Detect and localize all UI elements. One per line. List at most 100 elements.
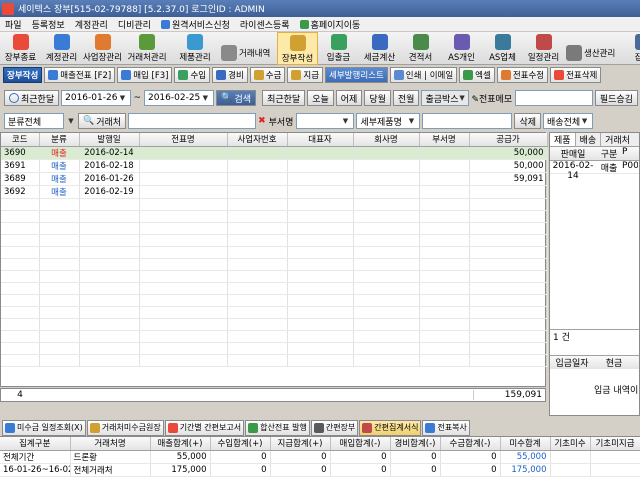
cash-box-select[interactable]: 출금박스 ▼ (421, 90, 470, 106)
summary-header: 지급합계(+) (270, 437, 331, 451)
bottom-tab-2[interactable]: 기간별 간편보고서 (164, 419, 245, 436)
tab-10[interactable]: 전표수정 (496, 67, 549, 83)
table-row[interactable]: 3692 매출 2016-02-19 (1, 185, 548, 199)
tab-0[interactable]: 장부작성 (3, 67, 43, 83)
customer-button[interactable]: 🔍 거래처 (78, 113, 127, 129)
tab-2[interactable]: 매입 [F3] (117, 67, 173, 83)
toolbar-button-7[interactable]: 입출금 (318, 32, 359, 65)
toolbar-button-13[interactable]: 생산관리 (564, 32, 622, 65)
menu-homepage[interactable]: 홈페이지이동 (295, 18, 366, 31)
toolbar-icon (53, 34, 70, 50)
bottom-tab-5[interactable]: 간편집계서식 (359, 419, 422, 436)
quick-last-month[interactable]: 전월 (392, 90, 420, 106)
function-tabs: 장부작성 매출전표 [F2] 매입 [F3] 수입 경비 수금 지급 세부발행리스트 인쇄 | … (0, 66, 640, 84)
tab-7[interactable]: 세부발행리스트 (325, 67, 388, 83)
toolbar-button-8[interactable]: 세금계산 (359, 32, 400, 65)
toolbar-button-6[interactable]: 장부작성 (277, 32, 318, 65)
quick-recent-month[interactable]: 최근한달 (262, 90, 306, 106)
toolbar-icon (634, 34, 640, 50)
summary-cell: 전체기간 (0, 450, 71, 464)
summary-row[interactable]: 16-01-26~16-02-25전체거래처175,00000000175,00… (0, 463, 640, 477)
rtab-customer[interactable]: 거래처 (601, 133, 634, 146)
memo-input[interactable] (515, 90, 593, 106)
summary-row[interactable]: 전체기간 드론황 55,000 0 0 0 0 0 55,000 (0, 450, 640, 464)
date-from-input[interactable]: 2016-01-26 ▼ (61, 90, 132, 106)
clear-icon[interactable]: ✖ (258, 116, 266, 126)
bottom-tab-0[interactable]: 미수금 일정조회(X) (2, 419, 86, 436)
summary-header: 수입합계(+) (210, 437, 271, 451)
summary-cell: 0 (330, 463, 391, 477)
tab-3[interactable]: 수입 (174, 67, 211, 83)
toolbar-button-5[interactable]: 거래내역 (219, 32, 277, 65)
class-select[interactable]: 분류전체 (4, 113, 64, 129)
cell-cls: 매출 (39, 159, 80, 173)
menu-license[interactable]: 라이센스등록 (235, 18, 295, 31)
menu-registration[interactable]: 등록정보 (27, 18, 70, 31)
bottom-tab-3[interactable]: 합산전표 발행 (245, 419, 310, 436)
toolbar-button-12[interactable]: 일정관리 (523, 32, 564, 65)
cell-dept (419, 172, 470, 186)
menu-db[interactable]: 디비관리 (113, 18, 156, 31)
grid-header[interactable]: 공급가 (469, 133, 548, 147)
search-button[interactable]: 🔍 검색 (216, 90, 257, 106)
menu-file[interactable]: 파일 (0, 18, 27, 31)
product-select[interactable]: 세부제품명 ▼ (356, 113, 421, 129)
search-icon: 🔍 (83, 116, 95, 126)
summary-cell (550, 463, 591, 477)
grid-header[interactable]: 전표명 (139, 133, 228, 147)
toolbar-button-10[interactable]: AS개인 (441, 32, 482, 65)
bottom-tab-6[interactable]: 전표복사 (422, 419, 470, 436)
cell-date: 2016-01-26 (79, 172, 140, 186)
grid-header[interactable]: 분류 (39, 133, 80, 147)
cell-dept (419, 159, 470, 173)
customer-input[interactable] (128, 113, 257, 129)
toolbar-button-4[interactable]: 제품관리 (171, 32, 219, 65)
grid-header[interactable]: 사업자번호 (227, 133, 288, 147)
tab-4[interactable]: 경비 (212, 67, 248, 83)
toolbar-button-1[interactable]: 계정관리 (41, 32, 82, 65)
bottom-tab-4[interactable]: 간편장부 (310, 419, 359, 436)
chevron-down-icon: ▼ (119, 94, 126, 102)
tab-icon (425, 422, 436, 433)
table-row[interactable]: 3689 매출 2016-01-26 59,091 (1, 172, 548, 186)
toolbar-icon (330, 34, 347, 50)
rtab-shipping[interactable]: 배송 (576, 133, 602, 146)
toolbar-button-0[interactable]: 장부종료 (0, 32, 41, 65)
delete-filter-button[interactable]: 삭제 (514, 113, 542, 129)
table-row[interactable]: 3690 매출 2016-02-14 50,000 (1, 146, 548, 160)
tab-8[interactable]: 인쇄 | 이메일 (389, 67, 458, 83)
tab-9[interactable]: 엑셀 (459, 67, 495, 83)
grid-header[interactable]: 발행일 (79, 133, 140, 147)
tab-1[interactable]: 매출전표 [F2] (44, 67, 116, 83)
toolbar-button-2[interactable]: 사업장관리 (82, 32, 123, 65)
quick-yesterday[interactable]: 어제 (335, 90, 363, 106)
grid-header[interactable]: 회사명 (353, 133, 420, 147)
tab-5[interactable]: 수금 (249, 67, 286, 83)
quick-today[interactable]: 오늘 (307, 90, 334, 106)
table-row[interactable]: 3691 매출 2016-02-18 50,000 (1, 159, 548, 173)
grid-header[interactable]: 대표자 (287, 133, 354, 147)
tab-6[interactable]: 지급 (287, 67, 324, 83)
quick-this-month[interactable]: 당월 (364, 90, 391, 106)
shipping-select[interactable]: 배송전체 ▼ (543, 113, 594, 129)
summary-header: 기초미지급 (590, 437, 640, 451)
product-input[interactable] (422, 113, 513, 129)
menu-account[interactable]: 계정관리 (70, 18, 113, 31)
dept-select[interactable]: ▼ (296, 113, 355, 129)
rpanel-row[interactable]: 2016-02-14 매출 P00 (550, 161, 639, 181)
hide-fields-button[interactable]: 필드승김 (594, 90, 638, 106)
rtab-product[interactable]: 제품 (550, 133, 576, 146)
bottom-tab-1[interactable]: 거래처미수금원장 (86, 419, 164, 436)
grid-header[interactable]: 코드 (1, 133, 40, 147)
toolbar-button-3[interactable]: 거래처관리 (123, 32, 171, 65)
menu-remote[interactable]: 원격서비스신청 (156, 18, 235, 31)
dept-label: 부서명 (268, 117, 294, 128)
tab-11[interactable]: 전표삭제 (550, 67, 602, 83)
grid-header[interactable]: 부서명 (419, 133, 470, 147)
toolbar-button-11[interactable]: AS업체 (482, 32, 523, 65)
toolbar-button-14[interactable]: 집계 (622, 32, 640, 65)
recent-month-button[interactable]: 최근한달 (4, 90, 60, 106)
cell-co (353, 185, 420, 199)
toolbar-button-9[interactable]: 견적서 (400, 32, 441, 65)
date-to-input[interactable]: 2016-02-25 ▼ (143, 90, 215, 106)
